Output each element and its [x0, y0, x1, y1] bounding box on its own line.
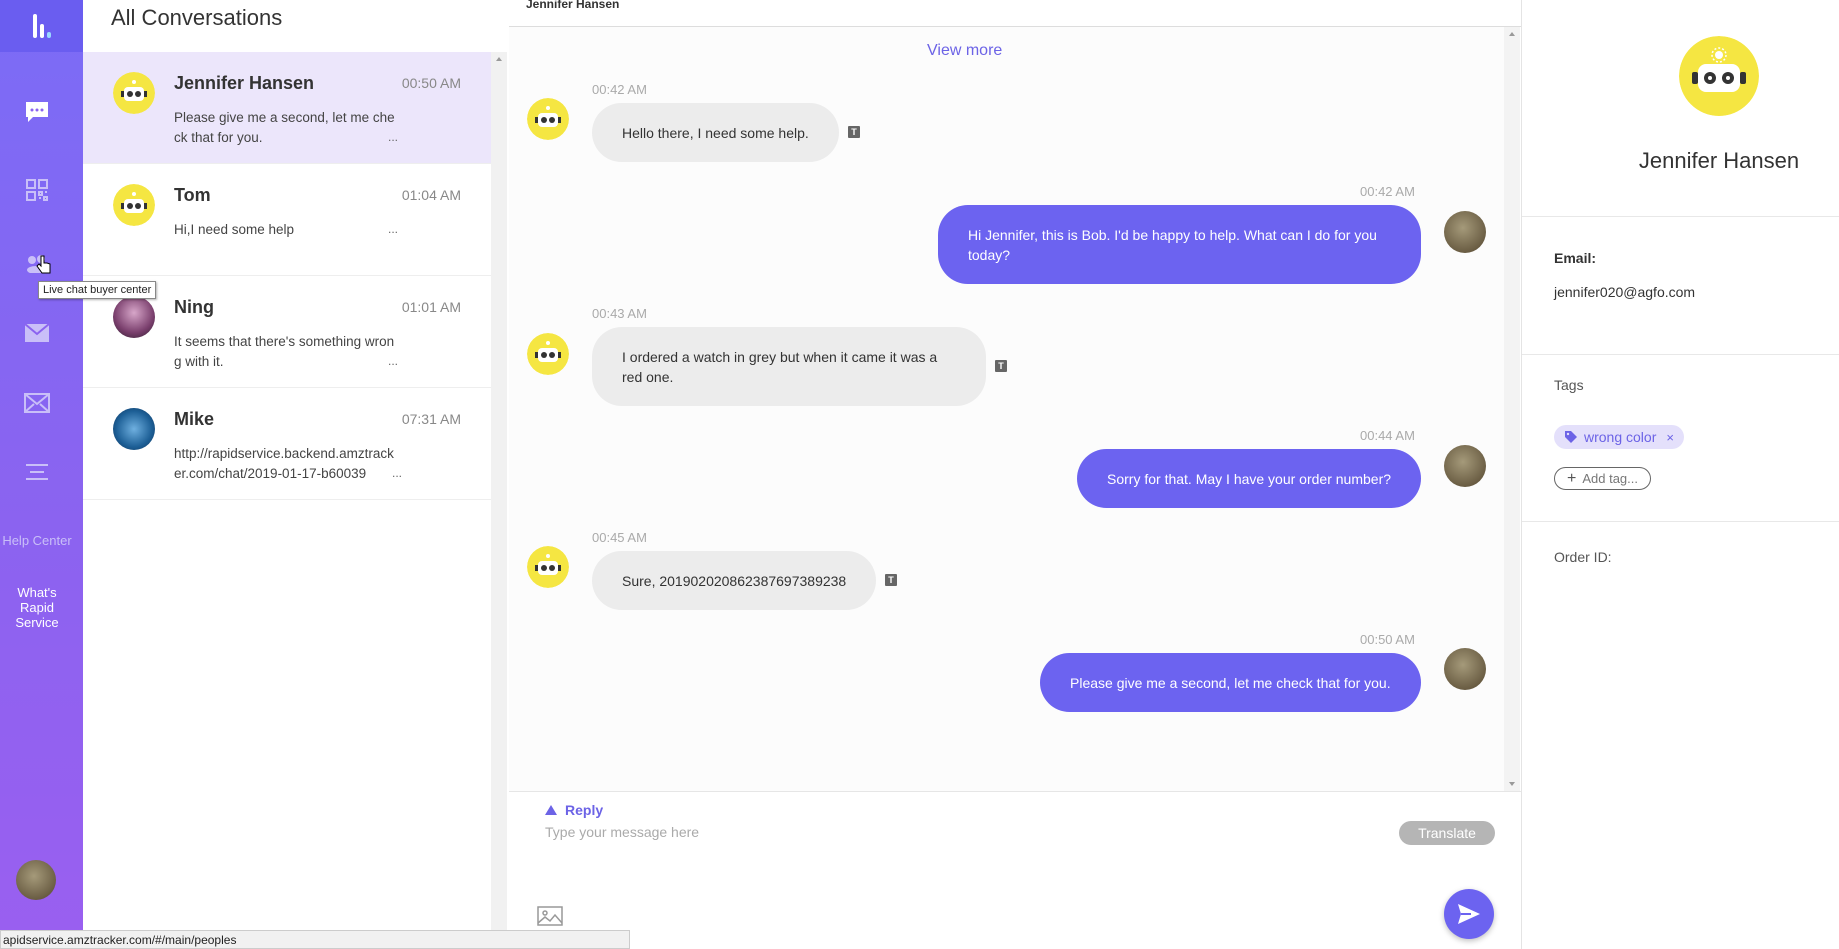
status-bar-url: apidservice.amztracker.com/#/main/people…	[0, 930, 630, 949]
help-center-link[interactable]: Help Center	[0, 533, 74, 548]
chat-scrollbar[interactable]	[1504, 27, 1520, 791]
chat-bubble-icon[interactable]	[22, 97, 52, 127]
tooltip: Live chat buyer center	[38, 281, 157, 299]
reply-toggle[interactable]: Reply	[545, 802, 603, 818]
customer-name: Jennifer Hansen	[1638, 148, 1800, 173]
conversations-title: All Conversations	[111, 5, 283, 30]
qr-code-icon[interactable]	[22, 175, 52, 205]
app-root: Help Center What's Rapid Service Live ch…	[0, 0, 1839, 949]
bot-avatar	[527, 546, 569, 588]
message-time: 00:50 AM	[1360, 632, 1415, 647]
hand-cursor-icon	[36, 255, 52, 280]
conversation-item[interactable]: Jennifer Hansen 00:50 AM Please give me …	[83, 52, 491, 164]
app-logo[interactable]	[0, 0, 83, 52]
tags-label: Tags	[1554, 377, 1584, 393]
whats-rapid-service-link[interactable]: What's Rapid Service	[8, 585, 66, 630]
conversation-time: 07:31 AM	[401, 411, 461, 427]
incoming-message: I ordered a watch in grey but when it ca…	[592, 327, 986, 406]
agent-avatar	[1444, 648, 1486, 690]
conversation-name: Ning	[174, 297, 214, 317]
message-time: 00:45 AM	[592, 530, 647, 545]
bot-avatar	[527, 333, 569, 375]
translate-icon[interactable]: T	[995, 360, 1007, 372]
conversation-time: 01:04 AM	[401, 187, 461, 203]
divider	[1522, 521, 1839, 522]
message-time: 00:42 AM	[1360, 184, 1415, 199]
conversation-item[interactable]: Mike 07:31 AM http://rapidservice.backen…	[83, 388, 491, 500]
divider	[1522, 354, 1839, 355]
triangle-up-icon	[545, 805, 557, 815]
send-button[interactable]	[1444, 889, 1494, 939]
plus-icon: +	[1567, 469, 1577, 487]
user-photo-avatar	[113, 296, 155, 338]
conversation-time: 00:50 AM	[401, 75, 461, 91]
message-input[interactable]	[545, 820, 1245, 844]
conversation-preview: http://rapidservice.backend.amztracker.c…	[174, 446, 394, 481]
conversation-ellipsis: ...	[388, 354, 399, 368]
conversation-preview: Hi,I need some help	[174, 222, 295, 237]
remove-tag-icon[interactable]: ×	[1666, 430, 1674, 445]
image-upload-icon[interactable]	[537, 906, 563, 926]
outgoing-message: Hi Jennifer, this is Bob. I'd be happy t…	[938, 205, 1421, 284]
sidebar: Help Center What's Rapid Service	[0, 0, 83, 949]
user-photo-avatar	[113, 408, 155, 450]
conversation-ellipsis: ...	[388, 222, 399, 236]
translate-icon[interactable]: T	[885, 574, 897, 586]
user-avatar[interactable]	[16, 860, 56, 900]
conversation-preview: Please give me a second, let me check th…	[174, 110, 395, 145]
conversation-ellipsis: ...	[388, 130, 399, 144]
translate-button[interactable]: Translate	[1399, 821, 1495, 845]
email-label: Email:	[1554, 250, 1597, 266]
conversation-preview: It seems that there's something wrong wi…	[174, 334, 395, 369]
incoming-message: Hello there, I need some help.	[592, 103, 839, 162]
bot-avatar	[113, 72, 155, 114]
agent-avatar	[1444, 445, 1486, 487]
conversation-scrollbar[interactable]	[491, 52, 507, 949]
tag-icon	[1565, 431, 1577, 443]
agent-avatar	[1444, 211, 1486, 253]
outgoing-message: Sorry for that. May I have your order nu…	[1077, 449, 1421, 508]
conversation-time: 01:01 AM	[401, 299, 461, 315]
conversation-item[interactable]: Tom 01:04 AM Hi,I need some help ...	[83, 164, 491, 276]
bot-avatar	[527, 98, 569, 140]
view-more-link[interactable]: View more	[927, 42, 1002, 60]
send-icon	[1458, 904, 1480, 924]
add-tag-button[interactable]: + Add tag...	[1554, 467, 1651, 490]
outgoing-message: Please give me a second, let me check th…	[1040, 653, 1421, 712]
chat-header-name: Jennifer Hansen	[526, 0, 620, 11]
conversation-name: Jennifer Hansen	[174, 73, 315, 93]
customer-panel: Jennifer Hansen Email: jennifer020@agfo.…	[1521, 0, 1839, 949]
customer-email: jennifer020@agfo.com	[1554, 284, 1696, 300]
envelope-icon[interactable]	[22, 388, 52, 418]
bot-avatar	[113, 184, 155, 226]
customer-avatar	[1679, 36, 1759, 116]
translate-icon[interactable]: T	[848, 126, 860, 138]
message-time: 00:42 AM	[592, 82, 647, 97]
reply-area: Reply Translate	[509, 791, 1521, 949]
conversation-name: Tom	[174, 185, 211, 205]
add-tag-label: Add tag...	[1582, 471, 1638, 486]
message-time: 00:43 AM	[592, 306, 647, 321]
chat-header: Jennifer Hansen	[509, 0, 1521, 27]
tag-chip[interactable]: wrong color ×	[1554, 425, 1684, 449]
menu-lines-icon[interactable]	[22, 457, 52, 487]
divider	[1522, 216, 1839, 217]
conversation-ellipsis: ...	[388, 466, 403, 480]
order-id-label: Order ID:	[1554, 549, 1612, 565]
mail-icon[interactable]	[22, 318, 52, 348]
tag-label: wrong color	[1584, 429, 1657, 445]
reply-label: Reply	[565, 802, 604, 818]
incoming-message: Sure, 20190202086238769738923​8	[592, 551, 877, 610]
message-time: 00:44 AM	[1360, 428, 1415, 443]
conversation-name: Mike	[174, 409, 215, 429]
